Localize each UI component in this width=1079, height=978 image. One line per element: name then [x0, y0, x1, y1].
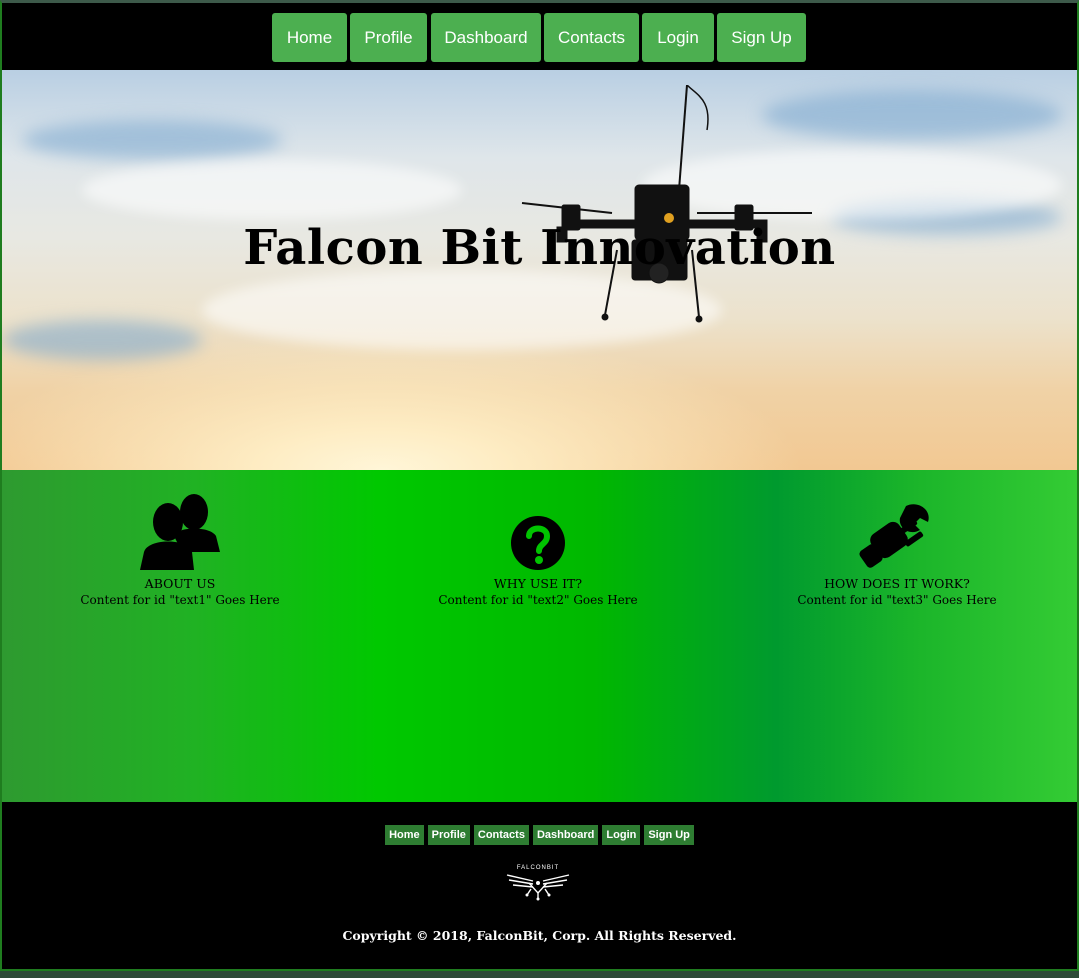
feature-title: ABOUT US	[144, 576, 216, 591]
nav-login-button[interactable]: Login	[642, 13, 714, 62]
drone-image	[521, 85, 812, 323]
cloud	[82, 160, 462, 220]
nav-signup-button[interactable]: Sign Up	[717, 13, 806, 62]
nav-dashboard-button[interactable]: Dashboard	[431, 13, 541, 62]
footer-login-link[interactable]: Login	[602, 825, 641, 845]
sky-patch	[22, 120, 282, 160]
feature-text: Content for id "text1" Goes Here	[80, 593, 280, 607]
footer-signup-link[interactable]: Sign Up	[644, 825, 694, 845]
feature-text: Content for id "text2" Goes Here	[438, 593, 638, 607]
nav-home-button[interactable]: Home	[272, 13, 347, 62]
feature-about-us: ABOUT US Content for id "text1" Goes Her…	[30, 490, 330, 607]
footer-home-link[interactable]: Home	[385, 825, 424, 845]
hero-banner: Falcon Bit Innovation	[2, 70, 1077, 470]
feature-title: WHY USE IT?	[493, 576, 583, 591]
plug-wrench-icon	[859, 504, 929, 568]
footer-nav: Home Profile Contacts Dashboard Login Si…	[2, 825, 1077, 845]
footer-dashboard-link[interactable]: Dashboard	[532, 825, 599, 845]
top-nav: Home Profile Dashboard Contacts Login Si…	[2, 3, 1077, 70]
users-icon	[140, 494, 220, 570]
page-frame: Home Profile Dashboard Contacts Login Si…	[0, 0, 1079, 971]
feature-title: HOW DOES IT WORK?	[824, 576, 970, 591]
falconbit-logo-icon	[506, 874, 570, 901]
sky-patch	[2, 320, 202, 360]
footer-profile-link[interactable]: Profile	[427, 825, 470, 845]
feature-text: Content for id "text3" Goes Here	[797, 593, 997, 607]
nav-profile-button[interactable]: Profile	[350, 13, 427, 62]
feature-why-use-it: WHY USE IT? Content for id "text2" Goes …	[388, 490, 688, 607]
nav-contacts-button[interactable]: Contacts	[544, 13, 639, 62]
features-section: ABOUT US Content for id "text1" Goes Her…	[2, 470, 1077, 802]
footer: Home Profile Contacts Dashboard Login Si…	[2, 802, 1077, 969]
copyright-text: Copyright © 2018, FalconBit, Corp. All R…	[342, 928, 737, 943]
question-circle-icon	[511, 516, 565, 570]
footer-logo: FALCONBIT	[505, 865, 571, 905]
hero-title: Falcon Bit Innovation	[243, 220, 836, 276]
feature-how-it-works: HOW DOES IT WORK? Content for id "text3"…	[747, 490, 1047, 607]
footer-contacts-link[interactable]: Contacts	[473, 825, 529, 845]
